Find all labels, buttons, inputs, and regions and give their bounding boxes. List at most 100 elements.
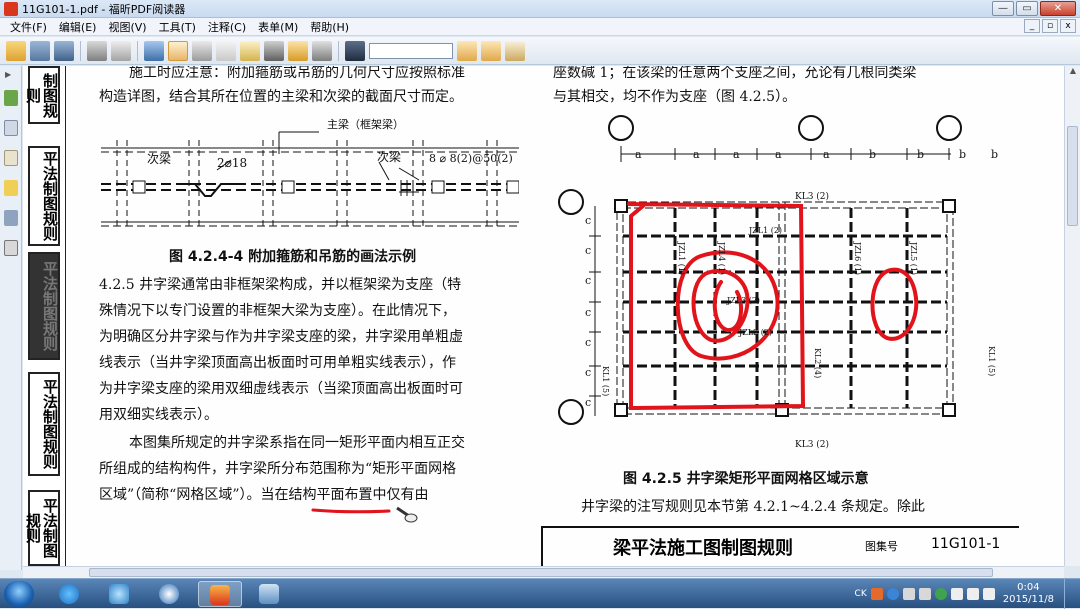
- taskbar-explorer[interactable]: [248, 581, 292, 607]
- minimize-button[interactable]: —: [992, 1, 1014, 16]
- dim-label: b: [991, 148, 999, 161]
- clock[interactable]: 0:04 2015/11/8: [1003, 582, 1054, 606]
- volume-icon[interactable]: [950, 588, 963, 600]
- pages-icon[interactable]: [3, 120, 18, 136]
- dim-label: a: [823, 148, 830, 161]
- attachments-icon[interactable]: [3, 210, 18, 226]
- rms-icon[interactable]: [288, 40, 308, 61]
- scroll-up-icon[interactable]: ▲: [1065, 66, 1080, 80]
- vertical-scroll-thumb[interactable]: [1067, 126, 1078, 226]
- network-icon[interactable]: [966, 588, 979, 600]
- text-line: 与其相交，均不作为支座（图 4.2.5）。: [553, 89, 797, 105]
- horizontal-scroll-thumb[interactable]: [89, 568, 993, 577]
- page-footer-titleblock: 梁平法施工图制图规则 图集号 11G101-1: [541, 526, 1019, 566]
- signatures-icon[interactable]: [3, 240, 18, 256]
- dim-label: a: [733, 148, 740, 161]
- foxit-app-icon: [4, 1, 18, 16]
- horizontal-scrollbar[interactable]: [23, 566, 1064, 578]
- select-arrow-icon[interactable]: [216, 40, 236, 61]
- help-icon[interactable]: [886, 588, 899, 600]
- find-next-icon[interactable]: [481, 40, 501, 61]
- show-desktop-button[interactable]: [1064, 579, 1074, 609]
- doc-close-button[interactable]: x: [1060, 19, 1076, 33]
- page-right-column: 座数碱 1；在该梁的任意两个支座之间，允论有几根同类梁 与其相交，均不作为支座（…: [551, 66, 1025, 566]
- beam-label: JZL4 (1): [717, 242, 726, 276]
- document-view[interactable]: 制图规则 平法制图规则 平法制图规则 平法制图规则 平法制图规则 施工时应注意：…: [23, 66, 1064, 566]
- figure-label: 8 ⌀ 8(2)@50(2): [429, 152, 513, 165]
- layers-icon[interactable]: [3, 150, 18, 166]
- menu-edit[interactable]: 编辑(E): [53, 19, 103, 35]
- sign-pen-icon[interactable]: [312, 40, 332, 61]
- battery-icon[interactable]: [982, 588, 995, 600]
- menu-form[interactable]: 表单(M): [252, 19, 304, 35]
- dim-label: a: [693, 148, 700, 161]
- text-line: 4.2.5 井字梁通常由非框架梁构成，并以框架梁为支座（特: [99, 277, 462, 293]
- footer-atlas-label: 图集号: [865, 540, 898, 553]
- footer-atlas-id: 11G101-1: [931, 536, 1001, 552]
- fullscreen-icon[interactable]: [144, 40, 164, 61]
- dim-label: c: [585, 214, 592, 227]
- hand-tool-icon[interactable]: [168, 40, 188, 61]
- menu-help[interactable]: 帮助(H): [304, 19, 355, 35]
- menu-view[interactable]: 视图(V): [102, 19, 152, 35]
- dim-label: c: [585, 306, 592, 319]
- network-app-icon: [109, 584, 129, 604]
- bookmarks-icon[interactable]: [3, 90, 18, 106]
- beam-label: KL3 (2): [795, 440, 830, 450]
- dim-label: c: [585, 366, 592, 379]
- security-icon[interactable]: [934, 588, 947, 600]
- comments-icon[interactable]: [3, 180, 18, 196]
- close-button[interactable]: ✕: [1040, 1, 1076, 16]
- page-edge-tabs: 制图规则 平法制图规则 平法制图规则 平法制图规则 平法制图规则: [23, 66, 66, 566]
- figure-label: 2⌀18: [217, 156, 248, 170]
- taskbar-ie[interactable]: [48, 581, 92, 607]
- taskbar-app[interactable]: [98, 581, 142, 607]
- beam-label: JZL3 (2): [727, 296, 761, 305]
- menu-tools[interactable]: 工具(T): [153, 19, 202, 35]
- panel-collapse-arrow-icon[interactable]: ▶: [5, 70, 11, 79]
- dim-label: c: [585, 396, 592, 409]
- select-text-icon[interactable]: [240, 40, 260, 61]
- dim-label: b: [917, 148, 925, 161]
- beam-label: JZL2 (2): [739, 328, 773, 337]
- print-icon[interactable]: [87, 40, 107, 61]
- options-dropdown-icon[interactable]: [505, 40, 525, 61]
- email-icon[interactable]: [111, 40, 131, 61]
- menu-bar: 文件(F) 编辑(E) 视图(V) 工具(T) 注释(C) 表单(M) 帮助(H…: [0, 18, 1080, 36]
- foxit-reader-icon: [210, 585, 230, 605]
- toolbar: [0, 37, 1080, 65]
- ime-indicator[interactable]: CK: [855, 589, 867, 599]
- find-binoculars-icon[interactable]: [345, 40, 365, 61]
- vertical-scrollbar[interactable]: ▲: [1064, 66, 1080, 566]
- start-button[interactable]: [4, 581, 34, 607]
- save-as-icon[interactable]: [54, 40, 74, 61]
- doc-minimize-button[interactable]: _: [1024, 19, 1040, 33]
- save-icon[interactable]: [30, 40, 50, 61]
- red-underline-annotation: [311, 506, 418, 523]
- maximize-button[interactable]: ▭: [1016, 1, 1038, 16]
- find-prev-icon[interactable]: [457, 40, 477, 61]
- snapshot-icon[interactable]: [264, 40, 284, 61]
- open-folder-icon[interactable]: [6, 40, 26, 61]
- toolbar-divider: [80, 40, 81, 61]
- taskbar-browser[interactable]: [148, 581, 192, 607]
- dim-label: a: [635, 148, 642, 161]
- sogou-icon[interactable]: [870, 588, 883, 600]
- dim-label: b: [869, 148, 877, 161]
- search-input[interactable]: [369, 42, 453, 59]
- zoom-tool-icon[interactable]: [192, 40, 212, 61]
- beam-label: JZL1 (1): [677, 242, 686, 276]
- title-bar: 11G101-1.pdf - 福昕PDF阅读器 — ▭ ✕: [0, 0, 1080, 18]
- beam-label: KL1 (5): [987, 346, 996, 377]
- settings-icon[interactable]: [902, 588, 915, 600]
- doc-restore-button[interactable]: ▫: [1042, 19, 1058, 33]
- toolbar-divider: [137, 40, 138, 61]
- pen-icon[interactable]: [918, 588, 931, 600]
- menu-file[interactable]: 文件(F): [4, 19, 53, 35]
- menu-comment[interactable]: 注释(C): [202, 19, 252, 35]
- text-line: 用双细实线表示）。: [99, 407, 218, 423]
- edge-tab: 平法制图规则: [24, 490, 60, 566]
- browser-icon: [159, 584, 179, 604]
- windows-taskbar: CK 0:04 2015/11/8: [0, 578, 1080, 609]
- taskbar-foxit[interactable]: [198, 581, 242, 607]
